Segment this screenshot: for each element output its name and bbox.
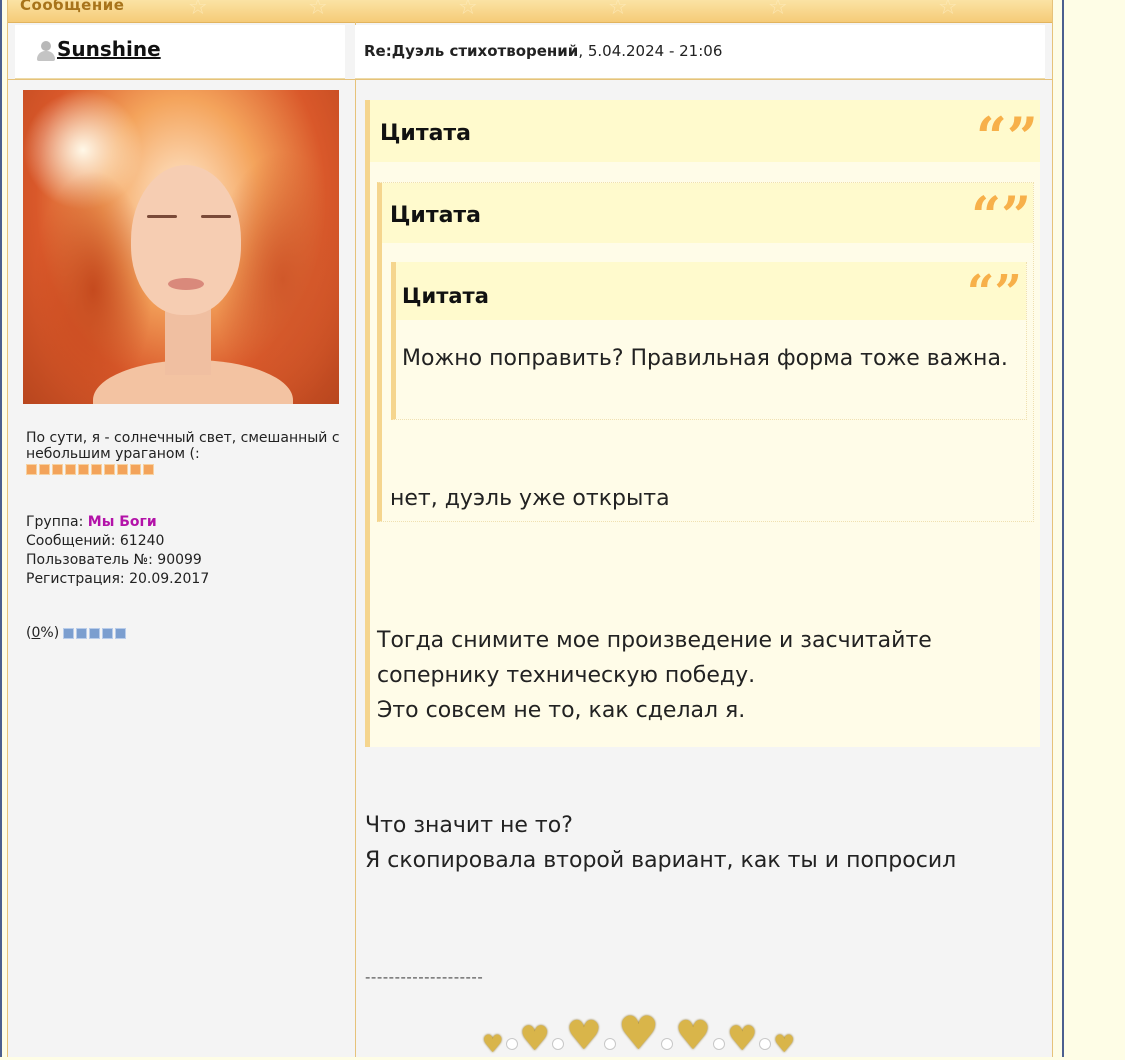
- registration-label: Регистрация:: [26, 571, 125, 587]
- author-status-text: По сути, я - солнечный свет, смешанный с…: [26, 430, 340, 462]
- rank-squares: [26, 464, 346, 475]
- heart-icon: ♥: [617, 1006, 660, 1060]
- author-status: По сути, я - солнечный свет, смешанный с…: [26, 430, 346, 475]
- heart-icon: ♥: [773, 1030, 795, 1058]
- quote-inner-text: Можно поправить? Правильная форма тоже в…: [402, 346, 1008, 371]
- star-decoration-icon: ☆: [308, 0, 328, 20]
- reply-line: Что значит не то?: [365, 813, 573, 838]
- star-decoration-icon: ☆: [768, 0, 788, 20]
- quote-outer-line: Это совсем не то, как сделал я.: [377, 698, 746, 723]
- quote-label: Цитата: [390, 203, 482, 228]
- user-icon: [36, 41, 56, 61]
- reply-line: Я скопировала второй вариант, как ты и п…: [365, 848, 957, 873]
- quote-middle-text: нет, дуэль уже открыта: [390, 486, 670, 511]
- registration-value: 20.09.2017: [129, 571, 210, 587]
- author-cell: Sunshine: [15, 25, 345, 79]
- quote-outer-line: Тогда снимите мое произведение и засчита…: [377, 628, 932, 688]
- reputation-close: %): [40, 625, 60, 641]
- signature-separator: --------------------: [365, 968, 484, 986]
- heart-icon: ♥: [726, 1019, 758, 1059]
- star-decoration-icon: ☆: [938, 0, 958, 20]
- author-stats: Группа: Мы Боги Сообщений: 61240 Пользов…: [26, 513, 209, 589]
- star-decoration-icon: ☆: [458, 0, 478, 20]
- quote-label: Цитата: [402, 284, 489, 308]
- column-divider: [355, 22, 356, 1057]
- heart-icon: ♥: [566, 1013, 602, 1059]
- user-number-value: 90099: [157, 552, 202, 568]
- quote-header: Цитата “”: [382, 183, 1033, 247]
- quote-mark-icon: “”: [966, 265, 1022, 321]
- author-name-link[interactable]: Sunshine: [57, 37, 161, 61]
- posts-label: Сообщений:: [26, 533, 116, 549]
- heart-icon: ♥: [519, 1019, 550, 1059]
- heart-icon: ♥: [675, 1013, 711, 1059]
- reputation: (0%): [26, 625, 127, 641]
- star-decoration-icon: ☆: [188, 0, 208, 20]
- quote-header: Цитата “”: [396, 262, 1026, 321]
- topic-title[interactable]: Re:Дуэль стихотворений: [364, 42, 578, 60]
- quote-mark-icon: “”: [975, 105, 1038, 169]
- group-label: Группа:: [26, 514, 84, 530]
- quote-mark-icon: “”: [971, 186, 1031, 247]
- group-value: Мы Боги: [87, 514, 157, 530]
- topic-cell: Re:Дуэль стихотворений, 5.04.2024 - 21:0…: [355, 25, 1045, 79]
- star-decoration-icon: ☆: [608, 0, 628, 20]
- row-divider: [8, 79, 1052, 80]
- reply-text: Что значит не то? Я скопировала второй в…: [365, 808, 1025, 878]
- quote-outer-text: Тогда снимите мое произведение и засчита…: [377, 623, 1037, 728]
- quote-header: Цитата “”: [370, 100, 1040, 169]
- post-date: , 5.04.2024 - 21:06: [578, 42, 723, 60]
- quote-label: Цитата: [380, 121, 472, 146]
- heart-icon: ♥: [482, 1030, 504, 1058]
- post-header-title: Сообщение: [20, 0, 125, 14]
- user-number-label: Пользователь №:: [26, 552, 153, 568]
- reputation-squares: [63, 627, 127, 639]
- signature-hearts-image: ♥ ♥ ♥ ♥ ♥ ♥ ♥: [482, 1010, 795, 1056]
- page-frame-line: [0, 0, 2, 1057]
- page-frame-line-right: [1062, 0, 1064, 1057]
- posts-value: 61240: [119, 533, 165, 549]
- avatar: [23, 90, 339, 404]
- post-header-bar: Сообщение ☆ ☆ ☆ ☆ ☆ ☆: [8, 0, 1052, 23]
